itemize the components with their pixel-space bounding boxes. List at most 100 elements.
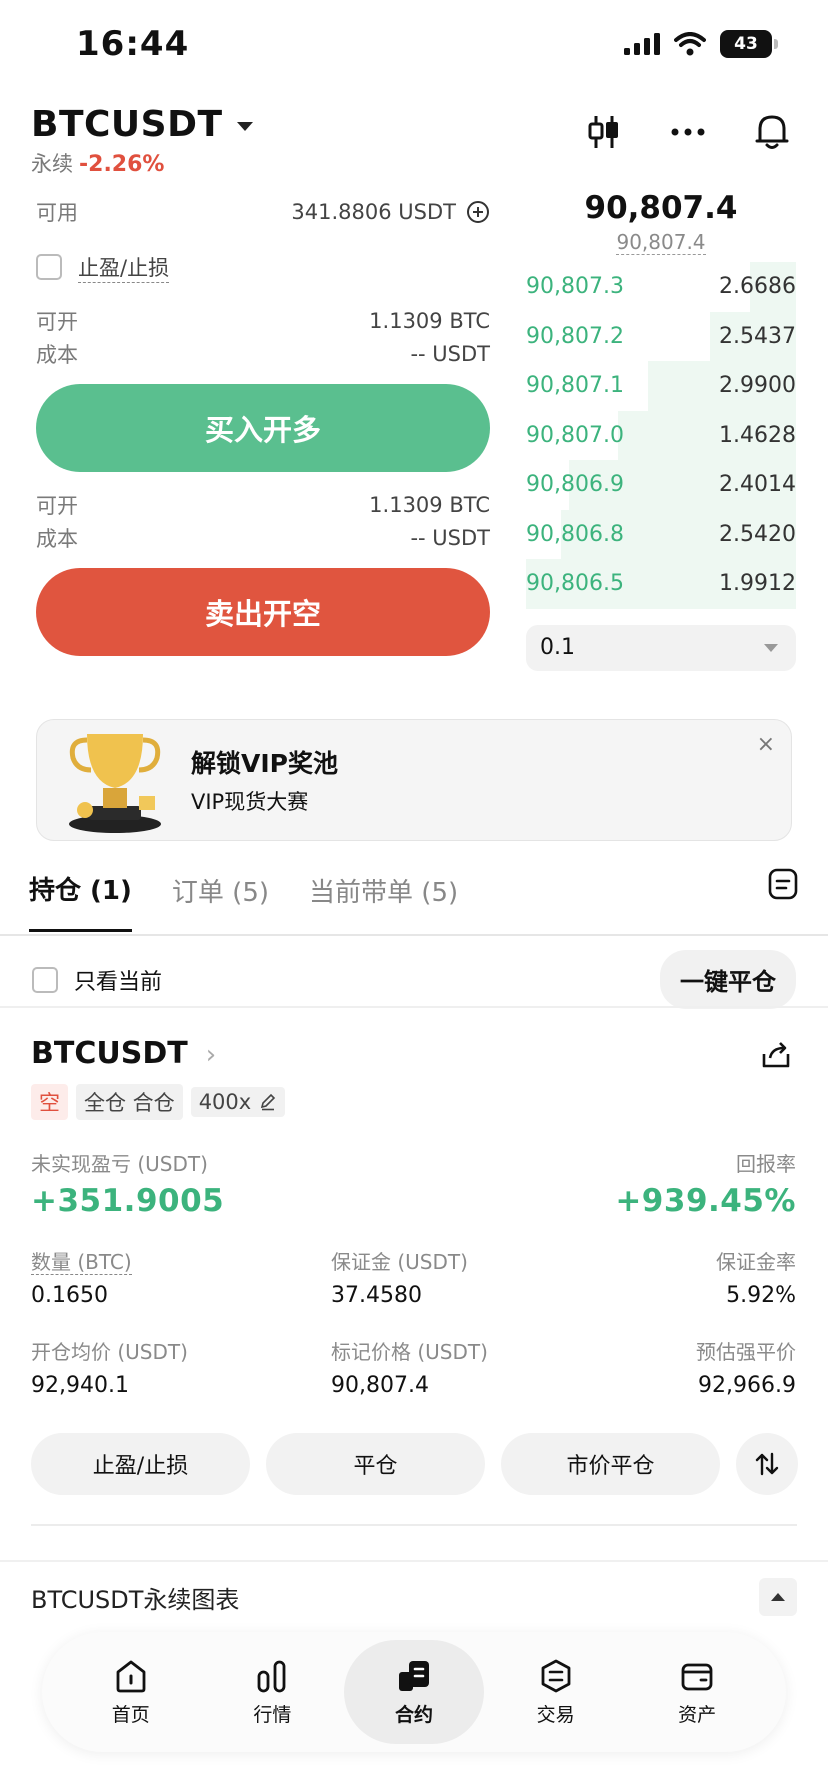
banner-subtitle: VIP现货大赛: [191, 790, 309, 814]
wallet-icon: [681, 1663, 713, 1690]
nav-item-0[interactable]: 首页: [61, 1640, 201, 1744]
position-tabs: 持仓 (1) 订单 (5) 当前带单 (5): [29, 870, 458, 932]
nav-item-3[interactable]: 交易: [486, 1640, 626, 1744]
close-all-button[interactable]: 一键平仓: [660, 950, 796, 1009]
only-current-checkbox[interactable]: [32, 966, 58, 993]
mark-price: 90,807.4: [616, 230, 706, 255]
buy-cost-label: 成本: [36, 342, 78, 367]
sell-cost-value: -- USDT: [410, 525, 490, 550]
chevron-down-icon: [764, 643, 778, 652]
tpsl-button[interactable]: 止盈/止损: [31, 1433, 250, 1495]
vip-banner[interactable]: 解锁VIP奖池 VIP现货大赛 ×: [36, 719, 792, 841]
order-book-row[interactable]: 90,806.5 1.9912: [526, 559, 796, 609]
order-book-row[interactable]: 90,807.3 2.6686: [526, 262, 796, 312]
chart-section-title: BTCUSDT永续图表: [31, 1585, 240, 1614]
leverage-value: 400x: [198, 1090, 252, 1114]
roe-block: 回报率 +939.45%: [615, 1148, 796, 1219]
battery-icon: 43: [720, 30, 778, 58]
share-icon[interactable]: [760, 1040, 792, 1070]
pair-title: BTCUSDT: [31, 104, 223, 145]
nav-label: 合约: [394, 1703, 433, 1726]
chevron-right-icon: ›: [205, 1040, 217, 1070]
sell-short-button[interactable]: 卖出开空: [36, 568, 490, 656]
order-book-row[interactable]: 90,806.9 2.4014: [526, 460, 796, 510]
mark-price-row: 90,807.4: [526, 230, 796, 255]
bid-price: 90,807.1: [526, 373, 624, 399]
card-divider: [31, 1524, 797, 1526]
status-time: 16:44: [76, 24, 190, 64]
close-position-button[interactable]: 平仓: [266, 1433, 485, 1495]
liq-value: 92,966.9: [698, 1373, 796, 1398]
liq-block: 预估强平价 92,966.9: [696, 1336, 796, 1398]
roe-label: 回报率: [736, 1152, 796, 1176]
more-button[interactable]: [668, 112, 708, 152]
pair-selector[interactable]: BTCUSDT: [31, 104, 253, 145]
order-history-icon[interactable]: [768, 868, 798, 900]
order-book-row[interactable]: 90,807.1 2.9900: [526, 361, 796, 411]
close-icon[interactable]: ×: [757, 732, 775, 757]
nav-item-4[interactable]: 资产: [627, 1640, 767, 1744]
margin-ratio-block: 保证金率 5.92%: [716, 1246, 796, 1308]
contract-info: 永续 -2.26%: [31, 148, 164, 178]
market-icon: [257, 1660, 286, 1692]
order-book-row[interactable]: 90,807.2 2.5437: [526, 311, 796, 361]
caret-down-icon: [236, 121, 253, 131]
margin-ratio-label: 保证金率: [716, 1250, 796, 1274]
buy-cost-value: -- USDT: [410, 341, 490, 366]
trophy-icon: [69, 734, 161, 833]
bid-size: 2.4014: [719, 472, 796, 498]
banner-title: 解锁VIP奖池: [191, 749, 338, 778]
add-circle-icon[interactable]: [466, 200, 490, 224]
wifi-icon: [674, 32, 706, 56]
sell-info: 可开 1.1309 BTC 成本 -- USDT: [36, 488, 490, 554]
market-close-button[interactable]: 市价平仓: [501, 1433, 720, 1495]
only-current-label: 只看当前: [74, 969, 163, 995]
tab-0[interactable]: 持仓 (1): [29, 870, 132, 932]
trade-icon: [541, 1659, 570, 1692]
roe-value: +939.45%: [615, 1183, 796, 1219]
bottom-nav: 首页 行情 合约 交易 资产: [42, 1632, 786, 1752]
bid-size: 2.9900: [719, 373, 796, 399]
section-divider: [0, 1006, 828, 1008]
sell-open-value: 1.1309 BTC: [369, 492, 490, 517]
nav-item-2[interactable]: 合约: [343, 1640, 484, 1744]
leverage-badge[interactable]: 400x: [190, 1087, 286, 1117]
collapse-button[interactable]: [759, 1578, 797, 1616]
filter-row: 只看当前 一键平仓: [32, 950, 796, 1009]
chart-section-header[interactable]: BTCUSDT永续图表: [31, 1578, 797, 1616]
candlestick-icon: [588, 116, 618, 148]
swap-vertical-icon: [755, 1452, 779, 1476]
bid-size: 1.4628: [719, 422, 796, 448]
position-tags: 空 全仓 合仓 400x: [31, 1084, 286, 1120]
tpsl-checkbox[interactable]: [36, 254, 62, 280]
order-book: 90,807.4 90,807.4 90,807.3 2.6686 90,807.2…: [526, 190, 796, 671]
reverse-position-button[interactable]: [736, 1433, 798, 1495]
qty-block: 数量 (BTC) 0.1650: [31, 1246, 132, 1308]
nav-label: 行情: [253, 1703, 292, 1726]
buy-long-button[interactable]: 买入开多: [36, 384, 490, 472]
margin-mode-badge: 全仓 合仓: [76, 1084, 183, 1120]
pnl-block: 未实现盈亏 (USDT) +351.9005: [31, 1148, 224, 1219]
chart-divider: [0, 1560, 828, 1562]
only-current-toggle[interactable]: 只看当前: [32, 964, 162, 996]
tpsl-row[interactable]: 止盈/止损: [36, 252, 490, 283]
side-badge: 空: [31, 1084, 68, 1120]
change-percent: -2.26%: [79, 152, 165, 177]
order-book-row[interactable]: 90,806.8 2.5420: [526, 509, 796, 559]
nav-label: 交易: [536, 1703, 575, 1726]
precision-select[interactable]: 0.1: [526, 624, 796, 671]
battery-level: 43: [734, 34, 758, 54]
bid-size: 2.5437: [719, 323, 796, 349]
tab-1[interactable]: 订单 (5): [172, 872, 269, 931]
order-book-row[interactable]: 90,807.0 1.4628: [526, 410, 796, 460]
tpsl-label: 止盈/止损: [78, 252, 170, 283]
nav-label: 首页: [111, 1703, 150, 1726]
contract-type: 永续: [31, 152, 73, 176]
candlestick-chart-button[interactable]: [584, 112, 624, 152]
position-pair[interactable]: BTCUSDT ›: [31, 1036, 216, 1071]
entry-block: 开仓均价 (USDT) 92,940.1: [31, 1336, 188, 1398]
tab-2[interactable]: 当前带单 (5): [309, 872, 458, 931]
nav-label: 资产: [678, 1703, 717, 1726]
notification-button[interactable]: [752, 112, 792, 152]
nav-item-1[interactable]: 行情: [202, 1640, 342, 1744]
